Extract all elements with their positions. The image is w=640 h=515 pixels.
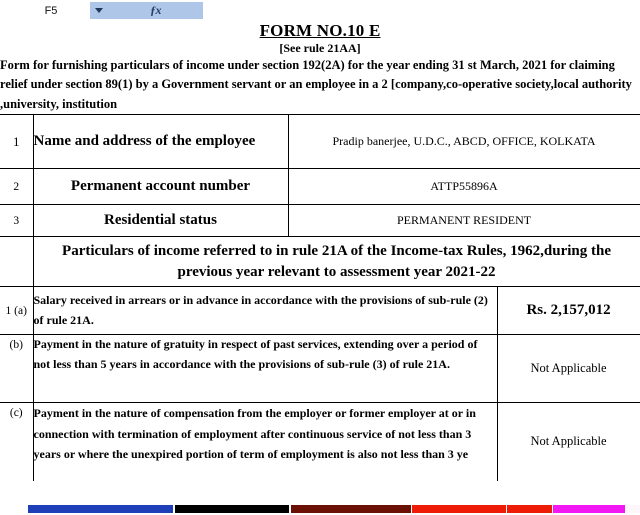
particulars-heading: Particulars of income referred to in rul… [33,236,640,288]
subtitle-row: [See rule 21AA] [0,41,640,56]
particulars-heading-row: Particulars of income referred to in rul… [0,236,640,288]
name-box[interactable]: F5 [12,2,90,19]
row-number: 1 (a) [0,286,34,336]
strip-segment-black [175,505,289,513]
row-number: 3 [0,204,34,238]
intro-paragraph: Form for furnishing particulars of incom… [0,56,640,116]
row-value: Rs. 2,157,012 [497,286,640,336]
page-title: FORM NO.10 E [259,21,381,40]
strip-segment-blue [28,505,173,513]
table-row: 1 (a) Salary received in arrears or in a… [0,286,640,336]
intro-row: Form for furnishing particulars of incom… [0,56,640,116]
bottom-color-strip [0,505,640,513]
row-number-empty [0,236,34,288]
insert-function-button[interactable]: ƒx [108,2,203,19]
formula-input[interactable] [203,2,640,19]
row-label: Name and address of the employee [33,114,289,170]
row-value: Not Applicable [497,402,640,481]
row-value: Not Applicable [497,334,640,404]
row-value: Pradip banerjee, U.D.C., ABCD, OFFICE, K… [288,114,640,170]
strip-segment-red [507,505,552,513]
name-box-dropdown-button[interactable] [90,2,108,19]
strip-segment-white [0,505,28,513]
chevron-down-icon [95,8,103,13]
name-box-value: F5 [44,4,58,17]
row-description: Payment in the nature of compensation fr… [33,402,498,481]
spreadsheet-window: F5 ƒx FORM NO.10 E [See rule 21AA] Form … [0,0,640,515]
row-number: (c) [0,402,34,481]
table-row: 1 Name and address of the employee Pradi… [0,114,640,170]
table-row: 2 Permanent account number ATTP55896A [0,168,640,206]
row-number: 2 [0,168,34,206]
table-row: 3 Residential status PERMANENT RESIDENT [0,204,640,238]
row-number: (b) [0,334,34,404]
fx-icon: ƒx [150,3,161,17]
row-value: ATTP55896A [288,168,640,206]
strip-segment-dark-red [291,505,411,513]
row-description: Payment in the nature of gratuity in res… [33,334,498,404]
strip-segment-magenta [553,505,625,513]
form-table: FORM NO.10 E [See rule 21AA] Form for fu… [0,21,640,481]
row-number: 1 [0,114,34,170]
table-row: (b) Payment in the nature of gratuity in… [0,334,640,404]
row-label: Permanent account number [33,168,289,206]
sheet-area: FORM NO.10 E [See rule 21AA] Form for fu… [0,21,640,513]
formula-bar: F5 ƒx [0,0,640,21]
strip-segment-red [412,505,506,513]
strip-segment-white [625,505,640,513]
table-row: (c) Payment in the nature of compensatio… [0,402,640,481]
row-label: Residential status [33,204,289,238]
row-value: PERMANENT RESIDENT [288,204,640,238]
page-subtitle: [See rule 21AA] [279,41,361,55]
title-row: FORM NO.10 E [0,21,640,41]
row-description: Salary received in arrears or in advance… [33,286,498,336]
